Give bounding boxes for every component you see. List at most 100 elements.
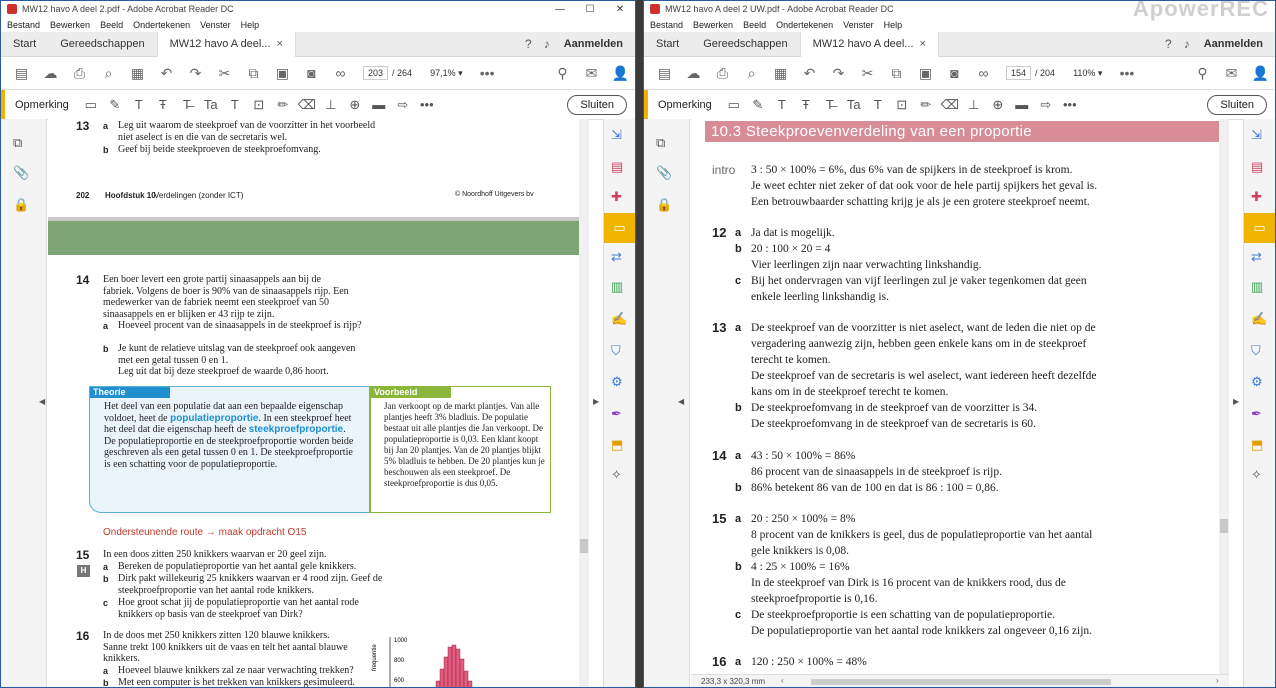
notification-bell-icon[interactable]: ♪ [1184, 37, 1190, 51]
security-icon[interactable]: 🔒 [13, 197, 29, 213]
print-icon[interactable]: ⎙ [65, 65, 94, 82]
comment-tool-icon[interactable]: ▭ [604, 213, 635, 243]
redo-icon[interactable]: ↷ [181, 65, 210, 82]
page-thumbnail-icon[interactable]: ▦ [123, 65, 152, 82]
binoculars-icon[interactable]: ∞ [326, 65, 355, 81]
underline-text-icon[interactable]: T [770, 97, 794, 112]
save-icon[interactable]: ▤ [650, 65, 679, 82]
protect-icon[interactable]: ⛉ [1251, 343, 1261, 359]
tab-tools[interactable]: Gereedschappen [48, 32, 156, 57]
optimize-icon[interactable]: ⚙ [611, 374, 623, 390]
highlight-pen-icon[interactable]: ✎ [103, 97, 127, 113]
attachments-icon[interactable]: 📎 [13, 165, 29, 181]
underline-text-icon[interactable]: T [127, 97, 151, 112]
organize-pages-icon[interactable]: ▥ [1251, 279, 1263, 295]
pencil-icon[interactable]: ✏ [914, 97, 938, 113]
snapshot-icon[interactable]: ◙ [297, 65, 326, 81]
cut-icon[interactable]: ✂ [853, 65, 882, 82]
add-text-icon[interactable]: T [223, 97, 247, 112]
help-icon[interactable]: ? [1165, 37, 1172, 51]
zoom-level-select[interactable]: 97,1% ▾ [430, 68, 463, 79]
optimize-icon[interactable]: ⚙ [1251, 374, 1263, 390]
page-number-input[interactable]: 203 [363, 66, 389, 80]
copy-icon[interactable]: ⧉ [882, 65, 911, 82]
security-icon[interactable]: 🔒 [656, 197, 672, 213]
combine-files-icon[interactable]: ⇄ [611, 249, 622, 265]
attach-icon[interactable]: ⊕ [343, 97, 367, 113]
tab-close-icon[interactable]: × [920, 38, 926, 50]
tab-close-icon[interactable]: × [277, 38, 283, 50]
login-button[interactable]: Aanmelden [564, 38, 635, 50]
fill-sign-icon[interactable]: ✍ [611, 311, 627, 327]
more-tools-icon[interactable]: ••• [473, 65, 502, 81]
strikethrough-text-icon[interactable]: Ŧ [794, 97, 818, 112]
menu-help[interactable]: Help [241, 20, 260, 30]
tab-document[interactable]: MW12 havo A deel... × [799, 31, 939, 57]
stamp-icon[interactable]: ⊥ [319, 97, 343, 113]
send-for-signature-icon[interactable]: ✒ [1251, 406, 1262, 422]
route-link[interactable]: Ondersteunende route → maak opdracht O15 [103, 527, 306, 538]
horizontal-scrollbar-thumb[interactable] [811, 679, 1111, 685]
minimize-icon[interactable]: — [545, 4, 575, 15]
pencil-icon[interactable]: ✏ [271, 97, 295, 113]
add-user-icon[interactable]: 👤 [606, 65, 635, 82]
upload-cloud-icon[interactable]: ☁ [679, 65, 708, 82]
insert-text-icon[interactable]: Ta [199, 97, 223, 112]
add-text-icon[interactable]: T [866, 97, 890, 112]
zoom-level-select[interactable]: 110% ▾ [1073, 68, 1102, 79]
arrow-icon[interactable]: ⇨ [391, 97, 415, 113]
login-button[interactable]: Aanmelden [1204, 38, 1275, 50]
eraser-icon[interactable]: ⌫ [938, 97, 962, 113]
undo-icon[interactable]: ↶ [152, 65, 181, 82]
export-pdf-icon[interactable]: ⇲ [1251, 127, 1262, 143]
search-icon[interactable]: ⌕ [94, 65, 123, 82]
menu-venster[interactable]: Venster [843, 20, 874, 30]
eraser-icon[interactable]: ⌫ [295, 97, 319, 113]
replace-text-icon[interactable]: T̶ [175, 97, 199, 112]
certificate-icon[interactable]: ⬒ [611, 437, 623, 453]
snapshot-icon[interactable]: ◙ [940, 65, 969, 81]
protect-icon[interactable]: ⛉ [611, 343, 621, 359]
stamp-icon[interactable]: ⊥ [962, 97, 986, 113]
send-for-signature-icon[interactable]: ✒ [611, 406, 622, 422]
left-panel-toggle-icon[interactable]: ◀ [39, 397, 45, 406]
menu-bewerken[interactable]: Bewerken [50, 20, 90, 30]
close-icon[interactable]: ✕ [605, 4, 635, 15]
menu-help[interactable]: Help [884, 20, 903, 30]
scroll-right-icon[interactable]: › [1216, 676, 1219, 685]
vertical-scrollbar[interactable] [579, 119, 589, 687]
copy-icon[interactable]: ⧉ [239, 65, 268, 82]
replace-text-icon[interactable]: T̶ [818, 97, 842, 112]
search-icon[interactable]: ⌕ [737, 65, 766, 82]
line-icon[interactable]: ▬ [1010, 97, 1034, 112]
save-icon[interactable]: ▤ [7, 65, 36, 82]
menu-ondertekenen[interactable]: Ondertekenen [776, 20, 833, 30]
more-comment-tools-icon[interactable]: ••• [415, 97, 439, 112]
more-comment-tools-icon[interactable]: ••• [1058, 97, 1082, 112]
share-link-icon[interactable]: ⚲ [1188, 65, 1217, 82]
text-box-icon[interactable]: ⊡ [247, 97, 271, 113]
attachments-icon[interactable]: 📎 [656, 165, 672, 181]
fill-sign-icon[interactable]: ✍ [1251, 311, 1267, 327]
export-pdf-icon[interactable]: ⇲ [611, 127, 622, 143]
close-comment-button[interactable]: Sluiten [1207, 94, 1267, 115]
tab-tools[interactable]: Gereedschappen [691, 32, 799, 57]
strikethrough-text-icon[interactable]: Ŧ [151, 97, 175, 112]
paste-icon[interactable]: ▣ [268, 65, 297, 82]
scroll-left-icon[interactable]: ‹ [781, 676, 784, 685]
print-icon[interactable]: ⎙ [708, 65, 737, 82]
right-panel-toggle-icon[interactable]: ▶ [1233, 397, 1239, 406]
maximize-icon[interactable]: ☐ [575, 4, 605, 15]
redo-icon[interactable]: ↷ [824, 65, 853, 82]
menu-ondertekenen[interactable]: Ondertekenen [133, 20, 190, 30]
sticky-note-icon[interactable]: ▭ [79, 97, 103, 113]
organize-pages-icon[interactable]: ▥ [611, 279, 623, 295]
combine-files-icon[interactable]: ⇄ [1251, 249, 1262, 265]
scrollbar-thumb[interactable] [1220, 519, 1228, 533]
sticky-note-icon[interactable]: ▭ [722, 97, 746, 113]
tab-start[interactable]: Start [644, 32, 691, 57]
tab-start[interactable]: Start [1, 32, 48, 57]
insert-text-icon[interactable]: Ta [842, 97, 866, 112]
line-icon[interactable]: ▬ [367, 97, 391, 112]
left-panel-toggle-icon[interactable]: ◀ [678, 397, 684, 406]
